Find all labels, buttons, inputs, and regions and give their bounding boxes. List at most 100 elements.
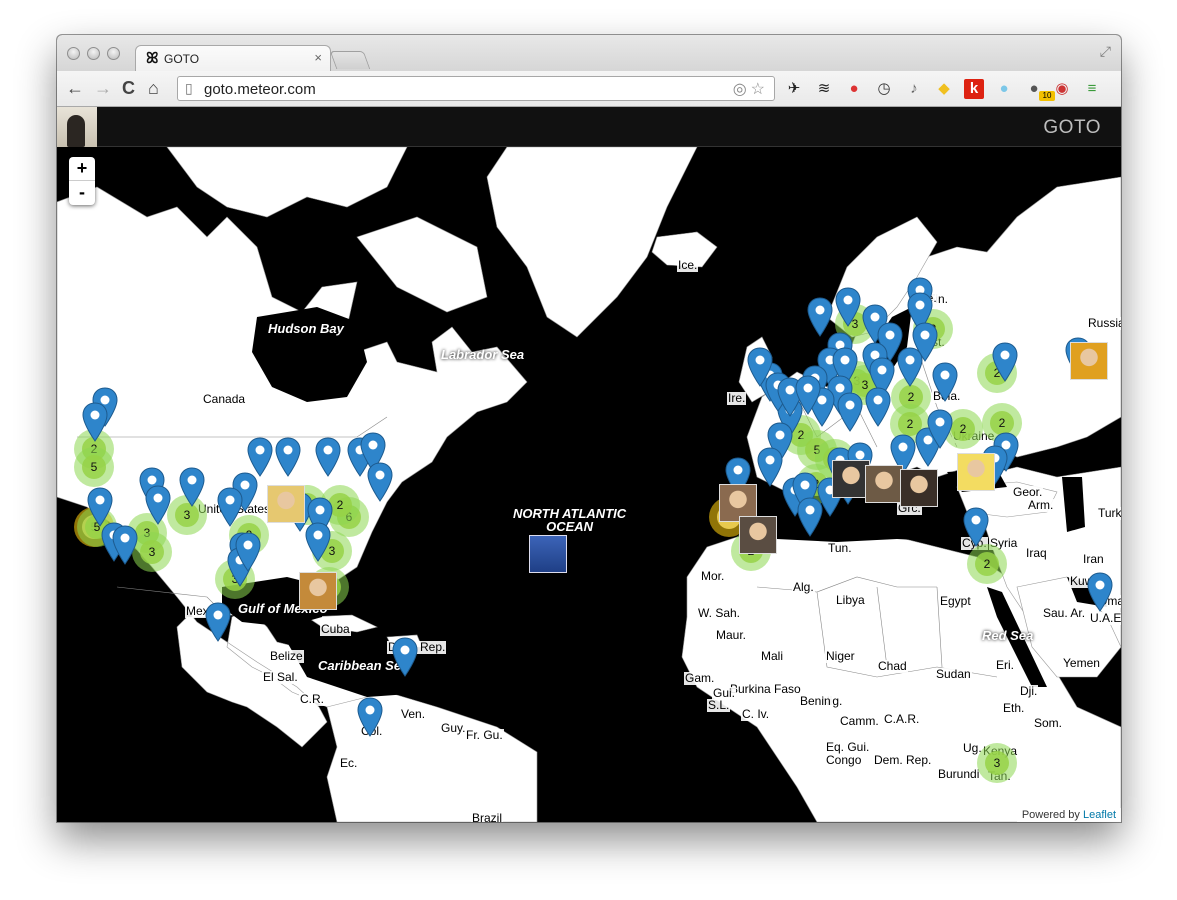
- map-pin-icon[interactable]: [205, 602, 231, 642]
- tab-close-icon[interactable]: ×: [314, 50, 322, 65]
- user-photo-marker[interactable]: [900, 469, 938, 507]
- map-pin-icon[interactable]: [217, 487, 243, 527]
- user-photo-marker[interactable]: [267, 485, 305, 523]
- map-pin-icon[interactable]: [315, 437, 341, 477]
- map-pin-icon[interactable]: [87, 487, 113, 527]
- minimize-window-button[interactable]: [87, 47, 100, 60]
- santa-extension-icon[interactable]: ●: [844, 79, 864, 99]
- tab-strip: ꕤ GOTO × ⤢: [57, 35, 1121, 71]
- map-pin-icon[interactable]: [932, 362, 958, 402]
- country-label: Iran: [1082, 552, 1105, 566]
- map-pin-icon[interactable]: [392, 637, 418, 677]
- leaflet-link[interactable]: Leaflet: [1083, 809, 1116, 821]
- map-pin-icon[interactable]: [807, 297, 833, 337]
- clock-extension-icon[interactable]: ◷: [874, 79, 894, 99]
- country-label: Eri.: [995, 658, 1015, 672]
- country-label: Turk.: [1097, 507, 1121, 520]
- country-label: Maur.: [715, 628, 748, 642]
- extension-badge: 10: [1039, 91, 1055, 101]
- menu-extension-icon[interactable]: ≡: [1082, 79, 1102, 99]
- cluster-count: 3: [985, 751, 1009, 775]
- country-label: Congo: [825, 753, 863, 767]
- map-pin-icon[interactable]: [82, 402, 108, 442]
- cluster-count: 2: [951, 417, 975, 441]
- close-window-button[interactable]: [67, 47, 80, 60]
- app-header: GOTO: [57, 107, 1121, 147]
- map-pin-icon[interactable]: [235, 532, 261, 572]
- country-label: C.R.: [299, 692, 325, 706]
- country-label: Ven.: [400, 707, 427, 721]
- country-label: Yemen: [1062, 656, 1101, 670]
- user-photo-marker[interactable]: [865, 465, 903, 503]
- map-pin-icon[interactable]: [992, 342, 1018, 382]
- map-pin-icon[interactable]: [897, 347, 923, 387]
- marker-cluster[interactable]: 3: [132, 532, 172, 572]
- country-label: Burundi: [937, 767, 981, 781]
- marker-cluster[interactable]: 3: [977, 743, 1017, 783]
- map-pin-icon[interactable]: [179, 467, 205, 507]
- zoom-out-button[interactable]: -: [69, 181, 95, 205]
- country-label: Niger: [825, 649, 856, 663]
- map-pin-icon[interactable]: [835, 287, 861, 327]
- bookmark-star-icon[interactable]: ◎☆: [733, 79, 769, 99]
- notes-extension-icon[interactable]: ◆: [934, 79, 954, 99]
- tab-title: GOTO: [164, 52, 200, 66]
- country-label: Dji.: [1019, 684, 1039, 698]
- map-pin-icon[interactable]: [927, 409, 953, 449]
- color-wheel-extension-icon[interactable]: ◉: [1052, 79, 1072, 99]
- url-text[interactable]: goto.meteor.com: [204, 81, 316, 98]
- country-label: Sudan: [935, 667, 972, 681]
- bell-extension-icon[interactable]: ♪: [904, 79, 924, 99]
- zoom-control: + -: [69, 157, 95, 205]
- drop-extension-icon[interactable]: ●: [994, 79, 1014, 99]
- marker-cluster[interactable]: 5: [74, 447, 114, 487]
- fullscreen-icon[interactable]: ⤢: [1100, 43, 1111, 60]
- ocean-label-line: OCEAN: [546, 519, 594, 534]
- map-pin-icon[interactable]: [247, 437, 273, 477]
- browser-window: ꕤ GOTO × ⤢ ← → C ⌂ ▯ goto.meteor.com ◎☆ …: [57, 35, 1121, 822]
- k-extension-icon[interactable]: k: [964, 79, 984, 99]
- map-pin-icon[interactable]: [1087, 572, 1113, 612]
- user-photo-marker[interactable]: [957, 453, 995, 491]
- back-button[interactable]: ←: [66, 78, 84, 98]
- brand-title[interactable]: GOTO: [1043, 117, 1101, 139]
- map-pin-icon[interactable]: [112, 525, 138, 565]
- zoom-window-button[interactable]: [107, 47, 120, 60]
- boat-marker[interactable]: [529, 535, 567, 573]
- map-pin-icon[interactable]: [837, 392, 863, 432]
- reload-button[interactable]: C: [122, 78, 135, 98]
- country-label: U.A.E.: [1089, 612, 1121, 625]
- country-label: Eth.: [1002, 701, 1026, 715]
- map-pin-icon[interactable]: [795, 375, 821, 415]
- map-pin-icon[interactable]: [865, 387, 891, 427]
- map-pin-icon[interactable]: [367, 462, 393, 502]
- map-pin-icon[interactable]: [145, 485, 171, 525]
- map-view[interactable]: Ice. Canada United States of America Mex. Cu…: [57, 147, 1121, 822]
- map-pin-icon[interactable]: [357, 697, 383, 737]
- forward-button[interactable]: →: [94, 78, 112, 98]
- zoom-in-button[interactable]: +: [69, 157, 95, 181]
- water-label: Hudson Bay: [268, 321, 344, 336]
- map-pin-icon[interactable]: [275, 437, 301, 477]
- water-label: Labrador Sea: [441, 347, 525, 362]
- address-bar[interactable]: ▯ goto.meteor.com ◎☆: [177, 76, 775, 101]
- home-button[interactable]: ⌂: [148, 78, 159, 98]
- user-photo-marker[interactable]: [1070, 342, 1108, 380]
- arctic-islands: [166, 147, 408, 218]
- country-label: C. Iv.: [741, 707, 771, 721]
- marker-cluster[interactable]: 2: [967, 544, 1007, 584]
- user-photo-marker[interactable]: [299, 572, 337, 610]
- layers-extension-icon[interactable]: ≋: [814, 79, 834, 99]
- map-pin-icon[interactable]: [757, 447, 783, 487]
- country-label: Iraq: [1025, 546, 1048, 560]
- country-label: El Sal.: [262, 670, 299, 684]
- user-photo-marker[interactable]: [739, 516, 777, 554]
- country-label: Libya: [835, 593, 866, 607]
- avatar[interactable]: [57, 107, 97, 147]
- country-label: C.A.R.: [883, 712, 921, 726]
- pin-extension-icon[interactable]: ✈: [784, 79, 804, 99]
- map-pin-icon[interactable]: [963, 507, 989, 547]
- tab-goto[interactable]: ꕤ GOTO ×: [135, 45, 331, 71]
- new-tab-button[interactable]: [329, 51, 371, 69]
- map-pin-icon[interactable]: [305, 522, 331, 562]
